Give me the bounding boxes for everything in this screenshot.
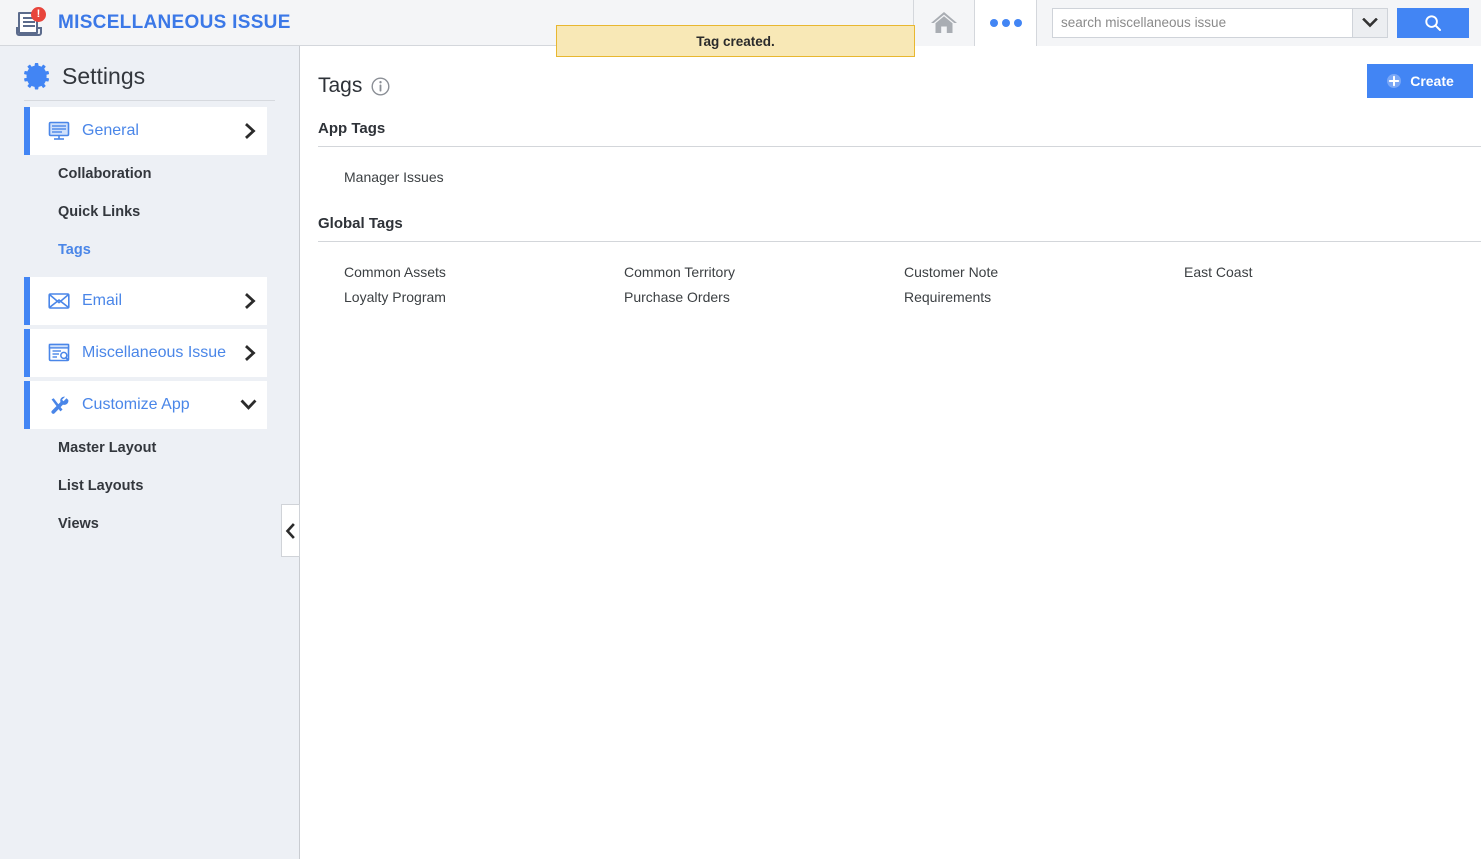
top-bar: ! MISCELLANEOUS ISSUE Tag created. [0, 0, 1481, 57]
form-search-icon [48, 342, 70, 364]
sidebar-item-general-label: General [82, 122, 139, 139]
sidebar-group-customize-app: Customize App Master Layout List Layouts… [0, 381, 299, 543]
sidebar-item-email[interactable]: Email [24, 277, 267, 325]
gear-icon [24, 63, 50, 90]
chevron-right-icon [244, 293, 257, 309]
top-bar-right-actions [913, 0, 1481, 46]
home-button[interactable] [913, 0, 975, 46]
tools-icon [48, 394, 70, 416]
sidebar-divider [24, 100, 275, 101]
create-button-label: Create [1410, 73, 1454, 89]
document-issue-icon: ! [16, 6, 50, 39]
sidebar-item-collaboration[interactable]: Collaboration [0, 155, 299, 193]
notification-banner: Tag created. [556, 25, 915, 57]
sidebar-collapse-handle[interactable] [281, 504, 300, 557]
sidebar-item-email-label: Email [82, 292, 123, 309]
search-scope-dropdown[interactable] [1352, 7, 1388, 38]
chevron-down-icon [240, 399, 257, 411]
sidebar-group-general: General Collaboration Quick Links Tags [0, 107, 299, 269]
page-title: Tags [318, 74, 363, 97]
monitor-icon [48, 120, 70, 142]
app-title: MISCELLANEOUS ISSUE [58, 11, 291, 33]
app-brand[interactable]: ! MISCELLANEOUS ISSUE [0, 0, 291, 46]
sidebar-group-email: Email [0, 277, 299, 325]
chevron-left-icon [285, 522, 295, 539]
tag-item[interactable]: Common Assets [344, 264, 624, 280]
sidebar-item-general[interactable]: General [24, 107, 267, 155]
sidebar-item-customize-app-label: Customize App [82, 396, 190, 413]
search-area [1037, 0, 1481, 46]
section-global-tags: Global Tags Common Assets Common Territo… [301, 185, 1481, 305]
global-tags-list: Common Assets Common Territory Customer … [318, 242, 1481, 305]
issue-badge: ! [31, 6, 46, 22]
tag-item[interactable]: Manager Issues [344, 169, 624, 185]
sidebar-heading-label: Settings [62, 62, 146, 89]
app-tags-list: Manager Issues [318, 147, 1481, 185]
sidebar-item-list-layouts[interactable]: List Layouts [0, 467, 299, 505]
tag-item[interactable]: Purchase Orders [624, 289, 904, 305]
sidebar-item-master-layout[interactable]: Master Layout [0, 429, 299, 467]
sidebar-group-miscellaneous-issue: Miscellaneous Issue [0, 329, 299, 377]
tag-item[interactable]: Requirements [904, 289, 1184, 305]
section-global-tags-title: Global Tags [318, 215, 403, 232]
more-dots-icon [989, 18, 1022, 27]
search-icon [1425, 14, 1441, 31]
chevron-right-icon [244, 123, 257, 139]
info-icon[interactable] [371, 76, 390, 96]
create-button[interactable]: Create [1367, 64, 1473, 98]
settings-sidebar: Settings General Collaboration Quick Lin… [0, 46, 300, 859]
tag-item[interactable]: East Coast [1184, 264, 1464, 280]
tag-item[interactable]: Loyalty Program [344, 289, 624, 305]
tag-item[interactable]: Common Territory [624, 264, 904, 280]
sidebar-item-miscellaneous-issue-label: Miscellaneous Issue [82, 344, 227, 361]
home-icon [931, 11, 957, 33]
search-button[interactable] [1397, 7, 1469, 38]
sidebar-item-customize-app[interactable]: Customize App [24, 381, 267, 429]
search-input[interactable] [1052, 7, 1352, 38]
sidebar-item-quick-links[interactable]: Quick Links [0, 193, 299, 231]
section-app-tags: App Tags Manager Issues [301, 98, 1481, 185]
sidebar-item-tags[interactable]: Tags [0, 231, 299, 269]
tag-item[interactable]: Customer Note [904, 264, 1184, 280]
chevron-right-icon [244, 345, 257, 361]
plus-circle-icon [1387, 74, 1402, 88]
chevron-down-icon [1362, 17, 1378, 27]
sidebar-item-views[interactable]: Views [0, 505, 299, 543]
envelope-icon [48, 290, 70, 312]
section-app-tags-title: App Tags [318, 120, 386, 137]
more-menu-button[interactable] [975, 0, 1037, 46]
sidebar-heading: Settings [0, 46, 299, 100]
sidebar-item-miscellaneous-issue[interactable]: Miscellaneous Issue [24, 329, 267, 377]
main-content: Create Tags App Tags Manager Issues Glob… [301, 46, 1481, 859]
